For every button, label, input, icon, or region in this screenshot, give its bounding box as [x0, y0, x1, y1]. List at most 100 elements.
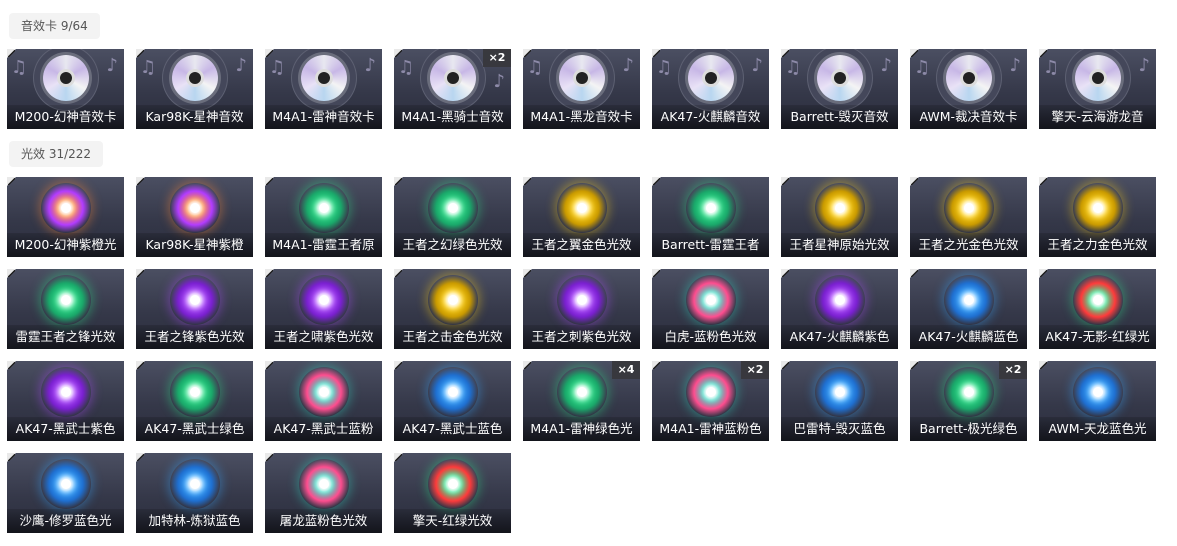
- glow-orb-icon: [814, 183, 865, 233]
- light-effect-item[interactable]: AK47-黑武士绿色: [136, 361, 253, 441]
- corner-tag-icon: [782, 270, 789, 277]
- light-effect-item[interactable]: 加特林-炼狱蓝色: [136, 453, 253, 533]
- corner-tag-icon: [1040, 270, 1047, 277]
- quantity-badge: ×2: [483, 49, 511, 67]
- light-effect-item[interactable]: Barrett-雷霆王者: [652, 177, 769, 257]
- cd-disc-icon: [687, 55, 734, 101]
- corner-tag-icon: [266, 270, 273, 277]
- corner-tag-icon: [137, 50, 144, 57]
- cd-disc-icon: [300, 55, 347, 101]
- music-note-icon: ♫: [656, 57, 673, 78]
- corner-tag-icon: [8, 362, 15, 369]
- item-label: 王者之翼金色光效: [523, 233, 640, 257]
- light-effect-item[interactable]: M200-幻神紫橙光: [7, 177, 124, 257]
- sound-card-item[interactable]: ♫ ♪ M4A1-雷神音效卡: [265, 49, 382, 129]
- light-effect-item[interactable]: 王者星神原始光效: [781, 177, 898, 257]
- corner-tag-icon: [266, 50, 273, 57]
- light-effect-item[interactable]: AK47-黑武士紫色: [7, 361, 124, 441]
- light-effect-item[interactable]: AK47-火麒麟蓝色: [910, 269, 1027, 349]
- light-effect-item[interactable]: Kar98K-星神紫橙: [136, 177, 253, 257]
- light-effect-item[interactable]: AK47-火麒麟紫色: [781, 269, 898, 349]
- music-note-icon: ♫: [269, 57, 286, 78]
- item-label: 王者之力金色光效: [1039, 233, 1156, 257]
- light-effect-item[interactable]: AK47-无影-红绿光: [1039, 269, 1156, 349]
- sound-card-item[interactable]: ♫ ♪ ×2 M4A1-黑骑士音效: [394, 49, 511, 129]
- corner-tag-icon: [395, 454, 402, 461]
- corner-tag-icon: [1040, 362, 1047, 369]
- light-effect-item[interactable]: AK47-黑武士蓝粉: [265, 361, 382, 441]
- sound-card-item[interactable]: ♫ ♪ AK47-火麒麟音效: [652, 49, 769, 129]
- corner-tag-icon: [911, 270, 918, 277]
- item-label: M200-幻神音效卡: [7, 105, 124, 129]
- item-label: 雷霆王者之锋光效: [7, 325, 124, 349]
- corner-tag-icon: [8, 454, 15, 461]
- light-effect-item[interactable]: 巴雷特-毁灭蓝色: [781, 361, 898, 441]
- music-note-icon: ♪: [751, 55, 764, 76]
- glow-orb-icon: [556, 367, 607, 417]
- light-effect-item[interactable]: 雷霆王者之锋光效: [7, 269, 124, 349]
- light-effect-item[interactable]: 擎天-红绿光效: [394, 453, 511, 533]
- item-label: 王者之光金色光效: [910, 233, 1027, 257]
- corner-tag-icon: [782, 50, 789, 57]
- light-effect-item[interactable]: ×4 M4A1-雷神绿色光: [523, 361, 640, 441]
- sound-card-item[interactable]: ♫ ♪ Barrett-毁灭音效: [781, 49, 898, 129]
- light-effect-item[interactable]: 王者之翼金色光效: [523, 177, 640, 257]
- light-effect-item[interactable]: 王者之光金色光效: [910, 177, 1027, 257]
- sound-card-item[interactable]: ♫ ♪ M200-幻神音效卡: [7, 49, 124, 129]
- light-effect-item[interactable]: 王者之力金色光效: [1039, 177, 1156, 257]
- music-note-icon: ♫: [140, 57, 157, 78]
- corner-tag-icon: [137, 362, 144, 369]
- item-label: M4A1-雷霆王者原: [265, 233, 382, 257]
- glow-orb-icon: [943, 367, 994, 417]
- item-label: AK47-火麒麟蓝色: [910, 325, 1027, 349]
- light-effect-item[interactable]: 沙鹰-修罗蓝色光: [7, 453, 124, 533]
- item-label: AK47-火麒麟音效: [652, 105, 769, 129]
- music-note-icon: ♪: [364, 55, 377, 76]
- light-effect-item[interactable]: ×2 M4A1-雷神蓝粉色: [652, 361, 769, 441]
- light-effect-item[interactable]: ×2 Barrett-极光绿色: [910, 361, 1027, 441]
- glow-orb-icon: [814, 367, 865, 417]
- glow-orb-icon: [1072, 275, 1123, 325]
- corner-tag-icon: [524, 50, 531, 57]
- glow-orb-icon: [169, 275, 220, 325]
- corner-tag-icon: [653, 50, 660, 57]
- light-effect-item[interactable]: M4A1-雷霆王者原: [265, 177, 382, 257]
- item-label: AK47-黑武士绿色: [136, 417, 253, 441]
- cd-disc-icon: [42, 55, 89, 101]
- corner-tag-icon: [1040, 178, 1047, 185]
- glow-orb-icon: [298, 459, 349, 509]
- music-note-icon: ♪: [1138, 55, 1151, 76]
- glow-orb-icon: [298, 183, 349, 233]
- corner-tag-icon: [8, 50, 15, 57]
- light-effect-item[interactable]: 屠龙蓝粉色光效: [265, 453, 382, 533]
- item-label: AK47-黑武士蓝色: [394, 417, 511, 441]
- sound-card-item[interactable]: ♫ ♪ AWM-裁决音效卡: [910, 49, 1027, 129]
- section-header-light-effects: 光效 31/222: [9, 141, 104, 167]
- glow-orb-icon: [427, 183, 478, 233]
- light-effect-item[interactable]: AWM-天龙蓝色光: [1039, 361, 1156, 441]
- item-label: 屠龙蓝粉色光效: [265, 509, 382, 533]
- light-effect-item[interactable]: 王者之啸紫色光效: [265, 269, 382, 349]
- corner-tag-icon: [1040, 50, 1047, 57]
- light-effect-item[interactable]: 王者之幻绿色光效: [394, 177, 511, 257]
- corner-tag-icon: [524, 178, 531, 185]
- item-label: 白虎-蓝粉色光效: [652, 325, 769, 349]
- light-effect-item[interactable]: 白虎-蓝粉色光效: [652, 269, 769, 349]
- light-effect-item[interactable]: AK47-黑武士蓝色: [394, 361, 511, 441]
- glow-orb-icon: [943, 183, 994, 233]
- corner-tag-icon: [137, 178, 144, 185]
- music-note-icon: ♫: [527, 57, 544, 78]
- corner-tag-icon: [524, 270, 531, 277]
- light-effect-item[interactable]: 王者之刺紫色光效: [523, 269, 640, 349]
- sound-card-item[interactable]: ♫ ♪ Kar98K-星神音效: [136, 49, 253, 129]
- light-effect-item[interactable]: 王者之锋紫色光效: [136, 269, 253, 349]
- item-label: AK47-黑武士蓝粉: [265, 417, 382, 441]
- item-label: AK47-黑武士紫色: [7, 417, 124, 441]
- sound-card-item[interactable]: ♫ ♪ 擎天-云海游龙音: [1039, 49, 1156, 129]
- item-label: M4A1-黑龙音效卡: [523, 105, 640, 129]
- item-label: 王者之啸紫色光效: [265, 325, 382, 349]
- light-effect-item[interactable]: 王者之击金色光效: [394, 269, 511, 349]
- music-note-icon: ♫: [785, 57, 802, 78]
- sound-card-item[interactable]: ♫ ♪ M4A1-黑龙音效卡: [523, 49, 640, 129]
- glow-orb-icon: [685, 275, 736, 325]
